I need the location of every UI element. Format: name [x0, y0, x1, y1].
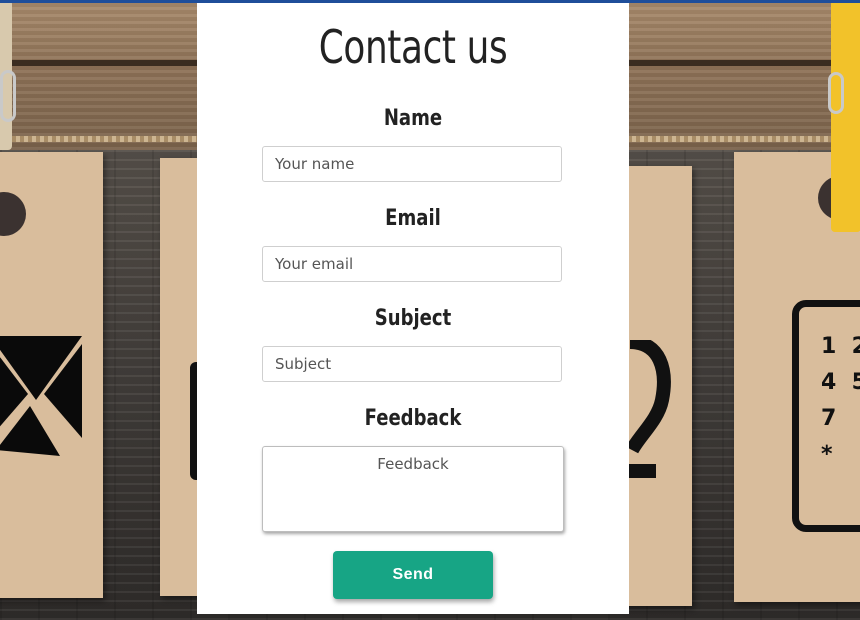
question-tag — [620, 166, 692, 606]
keypad-digit: * — [821, 442, 833, 467]
clothespin-right — [831, 0, 860, 232]
keypad-digit: 1 — [821, 334, 837, 359]
page-title: Contact us — [318, 20, 508, 74]
email-input[interactable] — [262, 246, 562, 282]
clothespin-spring — [0, 70, 16, 122]
send-button[interactable]: Send — [333, 551, 493, 599]
feedback-textarea[interactable] — [262, 446, 564, 532]
keypad-digit: 4 — [821, 370, 837, 395]
top-accent-bar — [0, 0, 860, 3]
keypad-digit: 7 — [821, 406, 837, 431]
email-label: Email — [385, 206, 441, 231]
feedback-label: Feedback — [364, 406, 462, 431]
name-label: Name — [383, 106, 443, 131]
tag-hole — [0, 192, 26, 236]
question-icon — [625, 340, 671, 478]
envelope-icon — [0, 336, 82, 456]
clothespin-spring — [828, 72, 844, 114]
phone-icon: 1 2 4 5 7 * — [792, 300, 860, 532]
subject-label: Subject — [374, 306, 452, 331]
name-input[interactable] — [262, 146, 562, 182]
keypad: 1 2 4 5 7 * — [821, 329, 860, 473]
envelope-tag — [0, 152, 103, 598]
keypad-digit: 2 — [851, 334, 860, 359]
keypad-digit: 5 — [851, 370, 860, 395]
contact-form-panel: Contact us Name Email Subject Feedback S… — [197, 0, 629, 614]
subject-input[interactable] — [262, 346, 562, 382]
